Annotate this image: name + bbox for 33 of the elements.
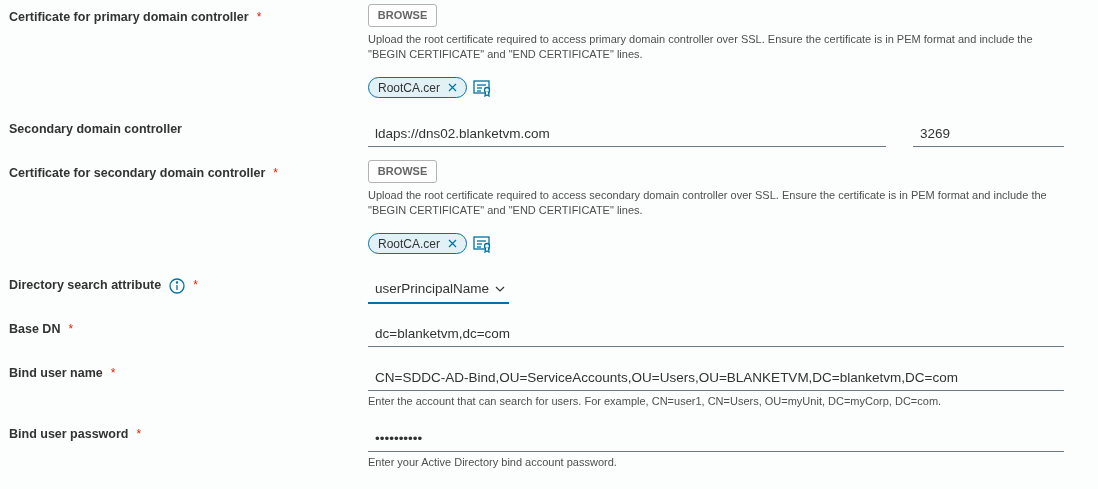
- attribute-select[interactable]: userPrincipalName: [368, 276, 510, 304]
- certificate-icon[interactable]: [473, 78, 493, 97]
- required-asterisk: *: [256, 9, 262, 26]
- required-asterisk: *: [136, 426, 142, 443]
- info-icon[interactable]: [169, 278, 186, 294]
- close-icon[interactable]: [448, 83, 458, 92]
- field-label: Base DN: [9, 321, 61, 338]
- chevron-down-icon: [495, 286, 506, 293]
- file-name: RootCA.cer: [378, 235, 441, 253]
- browse-button[interactable]: BROWSE: [368, 160, 437, 183]
- text-field[interactable]: CN=SDDC-AD-Bind,OU=ServiceAccounts,OU=Users,OU=BLANKETVM,DC=blanketvm,DC=com: [368, 364, 1064, 391]
- field-label: Bind user name: [9, 365, 103, 382]
- required-asterisk: *: [68, 321, 74, 338]
- field-label: Bind user password: [9, 426, 129, 443]
- text-field[interactable]: 3269: [913, 120, 1064, 147]
- field-label: Directory search attribute: [9, 277, 162, 294]
- help-text: Upload the root certificate required to access secondary domain controller over SSL. Ensure the certificate is in PEM format and include the "BEGIN CERTIFICATE" and "END CERTIFICATE" lines.: [368, 188, 1048, 218]
- file-name: RootCA.cer: [378, 79, 441, 97]
- field-label: Secondary domain controller: [9, 121, 182, 138]
- help-text: Enter your Active Directory bind account password.: [368, 455, 618, 470]
- text-field[interactable]: ••••••••••: [368, 425, 1064, 452]
- required-asterisk: *: [273, 165, 278, 182]
- required-asterisk: *: [110, 365, 116, 382]
- help-text: Enter the account that can search for users. For example, CN=user1, CN=Users, OU=myUnit, DC=myCorp, DC=com.: [368, 394, 943, 409]
- field-label: Certificate for primary domain controller: [9, 9, 249, 26]
- text-field[interactable]: dc=blanketvm,dc=com: [368, 320, 1064, 347]
- text-field[interactable]: ldaps://dns02.blanketvm.com: [368, 120, 886, 147]
- close-icon[interactable]: [448, 239, 458, 248]
- browse-button[interactable]: BROWSE: [368, 4, 437, 27]
- required-asterisk: *: [193, 277, 198, 294]
- field-label: Certificate for secondary domain controller: [9, 165, 266, 182]
- certificate-icon[interactable]: [473, 234, 493, 253]
- help-text: Upload the root certificate required to access primary domain controller over SSL. Ensure the certificate is in PEM format and include the "BEGIN CERTIFICATE" and "END CERTIFICATE" lines.: [368, 32, 1034, 62]
